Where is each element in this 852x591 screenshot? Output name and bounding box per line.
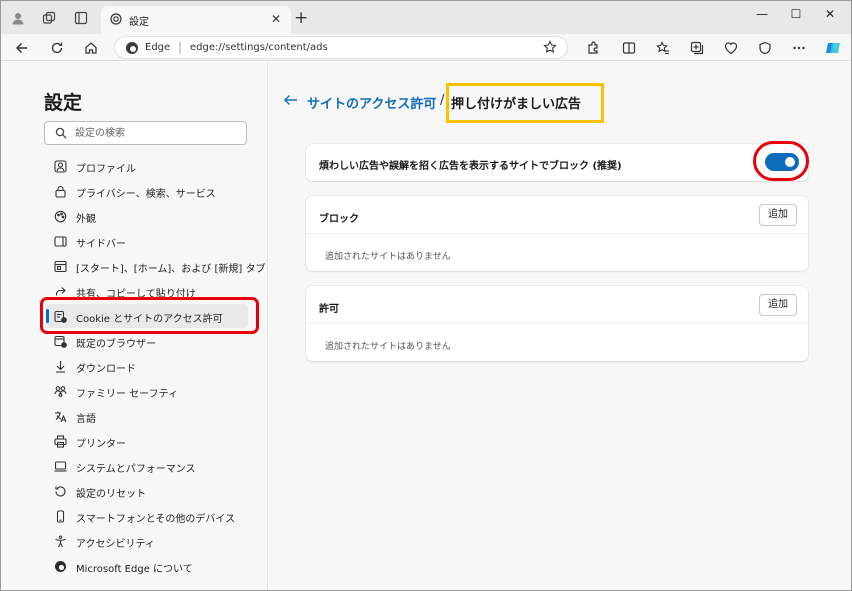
workspaces-icon[interactable] <box>41 10 57 26</box>
maximize-button[interactable]: ☐ <box>787 5 805 23</box>
tab-strip: 設定 ✕ + — ☐ ✕ <box>1 1 851 34</box>
search-icon <box>55 127 67 139</box>
reset-icon <box>53 484 67 498</box>
breadcrumb-separator: / <box>440 93 445 108</box>
allow-list-empty-text: 追加されたサイトはありません <box>325 342 451 352</box>
sidebar-item-downloads[interactable]: ダウンロード <box>46 354 248 378</box>
share-icon <box>53 284 67 298</box>
more-options-icon[interactable] <box>790 39 808 57</box>
sidebar-icon <box>53 234 67 248</box>
minimize-button[interactable]: — <box>753 5 771 23</box>
settings-content: サイトのアクセス許可 / 押し付けがましい広告 煩わしい広告や誤解を招く広告を表… <box>269 62 851 590</box>
sidebar-item-appearance[interactable]: 外観 <box>46 204 248 228</box>
favorites-icon[interactable] <box>654 39 672 57</box>
language-icon <box>53 409 67 423</box>
home-icon[interactable] <box>82 39 100 57</box>
tab-close-icon[interactable]: ✕ <box>271 12 281 26</box>
sidebar-item-about-edge[interactable]: Microsoft Edge について <box>46 554 248 578</box>
phone-icon <box>53 509 67 523</box>
breadcrumb-site-permissions[interactable]: サイトのアクセス許可 <box>307 93 436 112</box>
address-url[interactable]: edge://settings/content/ads <box>190 42 328 53</box>
allow-list-card: 許可 追加 追加されたサイトはありません <box>306 286 808 361</box>
sidebar-title: 設定 <box>44 92 83 114</box>
highlight-block-toggle <box>753 141 809 181</box>
profile-avatar-icon[interactable] <box>10 10 26 26</box>
sidebar-item-start-home-newtab[interactable]: [スタート]、[ホーム]、および [新規] タブ <box>46 254 265 278</box>
extensions-icon[interactable] <box>584 39 602 57</box>
block-add-button[interactable]: 追加 <box>759 204 797 226</box>
address-brand: Edge <box>145 42 171 53</box>
settings-search-input[interactable] <box>75 125 240 141</box>
edge-icon <box>53 559 67 573</box>
edge-logo-icon <box>126 42 138 54</box>
browser-essentials-icon[interactable] <box>756 39 774 57</box>
appearance-icon <box>53 209 67 223</box>
lock-icon <box>53 184 67 198</box>
favorite-star-icon[interactable] <box>543 40 557 54</box>
sidebar-item-family-safety[interactable]: ファミリー セーフティ <box>46 379 248 403</box>
browser-window: 設定 ✕ + — ☐ ✕ Edge | edge://settings/cont… <box>0 0 852 591</box>
address-separator: | <box>178 40 183 54</box>
profile-icon <box>53 159 67 173</box>
sidebar-item-reset-settings[interactable]: 設定のリセット <box>46 479 248 503</box>
highlight-page-title <box>446 83 604 123</box>
copilot-icon[interactable] <box>824 39 842 57</box>
sidebar-item-profile[interactable]: プロファイル <box>46 154 248 178</box>
split-screen-icon[interactable] <box>620 39 638 57</box>
family-icon <box>53 384 67 398</box>
gear-icon <box>110 13 122 25</box>
back-arrow-icon[interactable] <box>283 92 299 108</box>
divider <box>306 323 808 324</box>
sidebar-item-phone-devices[interactable]: スマートフォンとその他のデバイス <box>46 504 248 528</box>
sidebar-item-printers[interactable]: プリンター <box>46 429 248 453</box>
sidebar-item-sidebar[interactable]: サイドバー <box>46 229 248 253</box>
tab-title: 設定 <box>129 17 149 28</box>
sidebar-item-privacy[interactable]: プライバシー、検索、サービス <box>46 179 248 203</box>
sidebar-item-languages[interactable]: 言語 <box>46 404 248 428</box>
default-browser-icon <box>53 334 67 348</box>
settings-search-box[interactable] <box>44 121 247 145</box>
printer-icon <box>53 434 67 448</box>
refresh-icon[interactable] <box>48 39 66 57</box>
accessibility-icon <box>53 534 67 548</box>
close-window-button[interactable]: ✕ <box>821 5 839 23</box>
navigation-bar: Edge | edge://settings/content/ads <box>1 34 851 61</box>
allow-add-button[interactable]: 追加 <box>759 294 797 316</box>
health-icon[interactable] <box>722 39 740 57</box>
block-intrusive-ads-card: 煩わしい広告や誤解を招く広告を表示するサイトでブロック (推奨) <box>306 144 808 181</box>
block-list-title: ブロック <box>319 214 359 225</box>
back-icon[interactable] <box>13 39 31 57</box>
download-icon <box>53 359 67 373</box>
address-bar[interactable]: Edge | edge://settings/content/ads <box>114 36 568 59</box>
block-list-empty-text: 追加されたサイトはありません <box>325 252 451 262</box>
block-list-card: ブロック 追加 追加されたサイトはありません <box>306 196 808 271</box>
block-intrusive-ads-label: 煩わしい広告や誤解を招く広告を表示するサイトでブロック (推奨) <box>319 161 622 172</box>
sidebar-item-accessibility[interactable]: アクセシビリティ <box>46 529 248 553</box>
highlight-cookies-permissions <box>40 297 259 334</box>
system-icon <box>53 459 67 473</box>
home-tab-icon <box>53 259 67 273</box>
tab-actions-icon[interactable] <box>73 10 89 26</box>
sidebar-item-system-performance[interactable]: システムとパフォーマンス <box>46 454 248 478</box>
divider <box>306 233 808 234</box>
tab-settings[interactable]: 設定 ✕ <box>101 6 291 34</box>
allow-list-title: 許可 <box>319 304 339 315</box>
collections-icon[interactable] <box>688 39 706 57</box>
new-tab-button[interactable]: + <box>294 8 308 28</box>
